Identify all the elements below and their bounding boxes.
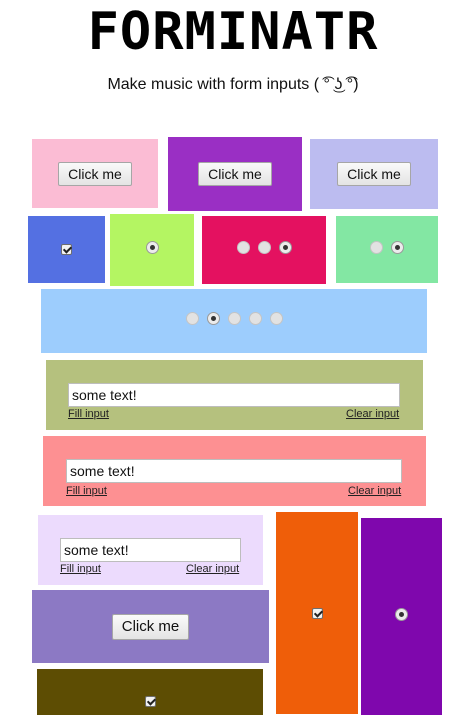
radio-button[interactable] [391,240,404,254]
pink-button-block: Click me [32,139,158,208]
salmon-text-input[interactable] [66,459,402,483]
radio-button[interactable] [370,240,383,254]
radio-button[interactable] [248,312,262,325]
olive-fill-input-link[interactable]: Fill input [68,408,109,420]
radio-button[interactable] [236,241,250,254]
radio-button[interactable] [395,607,408,621]
sky-radio-block [41,289,427,353]
mint-radio-block [336,216,438,283]
mint-radio-group [366,240,408,259]
purple-button-block: Click me [168,137,302,211]
violet-button-block: Click me [32,590,269,663]
radio-button[interactable] [257,241,271,254]
salmon-fill-input-link[interactable]: Fill input [66,485,107,497]
orange-checkbox-block [276,512,358,714]
purple-click-button[interactable]: Click me [198,162,272,186]
lime-radio-group [142,241,163,259]
blue-checkbox[interactable] [61,244,72,255]
radio-button[interactable] [145,241,159,254]
blue-checkbox-block [28,216,105,283]
tagline: Make music with form inputs ( ͡° ͜ʖ ͡°) [107,76,359,93]
dark-olive-checkbox-block [37,669,263,715]
olive-clear-input-link[interactable]: Clear input [346,408,399,420]
lilac-text-input[interactable] [60,538,241,562]
magenta-radio-block [202,216,326,284]
radio-button[interactable] [227,312,241,325]
violet-click-button[interactable]: Click me [111,613,190,640]
pink-click-button[interactable]: Click me [58,161,132,186]
app-logo: FORMINATR [87,2,379,62]
dark-olive-checkbox[interactable] [144,696,156,707]
radio-button[interactable] [269,312,283,325]
sky-radio-group [182,312,287,330]
magenta-radio-group [233,241,296,259]
lime-radio-block [110,214,194,286]
radio-button[interactable] [278,241,292,254]
orange-checkbox[interactable] [311,607,323,619]
olive-text-input[interactable] [68,383,400,407]
lavender-button-block: Click me [310,139,438,209]
deep-purple-radio-block [361,518,442,715]
lavender-click-button[interactable]: Click me [337,162,411,186]
radio-button[interactable] [185,312,199,325]
salmon-clear-input-link[interactable]: Clear input [348,485,401,497]
radio-button[interactable] [206,312,220,325]
lilac-clear-input-link[interactable]: Clear input [186,563,239,575]
lilac-fill-input-link[interactable]: Fill input [60,563,101,575]
deep-purple-radio-group [391,607,412,626]
